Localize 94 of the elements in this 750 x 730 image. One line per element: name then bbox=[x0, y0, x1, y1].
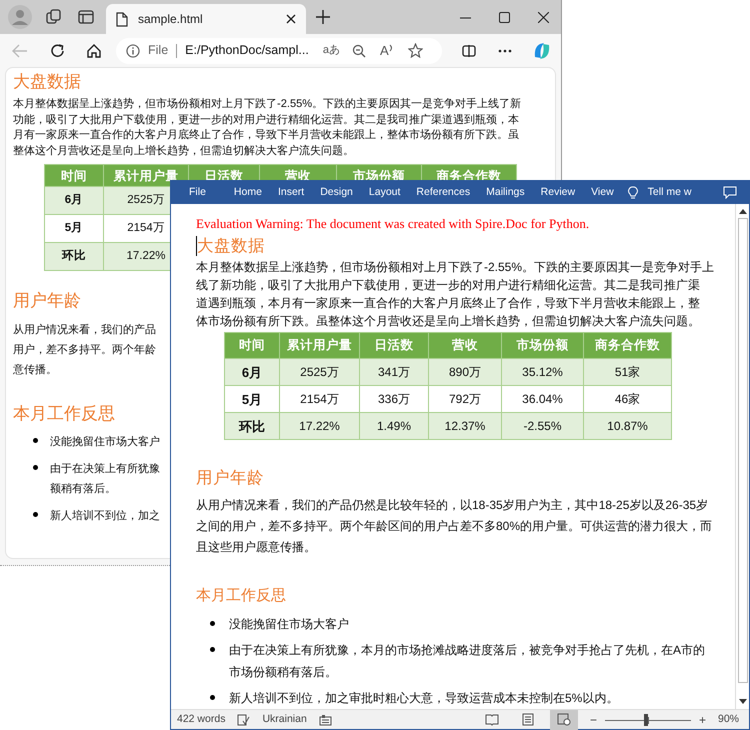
maximize-icon[interactable] bbox=[499, 12, 510, 22]
macro-icon[interactable] bbox=[318, 714, 332, 726]
column-header: 时间 bbox=[224, 332, 280, 359]
zoom-slider[interactable] bbox=[604, 714, 691, 726]
translate-button[interactable]: aあ bbox=[322, 42, 340, 59]
url-text: E:/PythonDoc/sampl... bbox=[185, 42, 309, 60]
scroll-down-icon[interactable] bbox=[738, 699, 746, 705]
menu-tab[interactable]: View bbox=[583, 184, 622, 200]
table-cell: 51家 bbox=[584, 358, 672, 386]
column-header: 商务合作数 bbox=[584, 332, 672, 359]
home-icon[interactable] bbox=[86, 42, 102, 58]
section-heading: 本月工作反思 bbox=[13, 404, 115, 424]
list-item: 没能挽留住市场大客户 bbox=[229, 616, 349, 632]
proofing-icon[interactable] bbox=[237, 714, 250, 726]
read-aloud-button[interactable]: A bbox=[380, 40, 394, 60]
column-header: 营收 bbox=[428, 332, 502, 359]
table-cell: 17.22% bbox=[280, 412, 360, 440]
document-icon bbox=[116, 12, 128, 26]
paragraph: 从用户情况来看，我们的产品 用户，差不多持平。两个年龄 意传播。 bbox=[13, 322, 156, 378]
bullet-icon bbox=[33, 438, 38, 444]
section-heading: 本月工作反思 bbox=[196, 585, 286, 606]
table-cell: 341万 bbox=[360, 358, 428, 386]
column-header: 日活数 bbox=[360, 332, 428, 359]
table-cell: 12.37% bbox=[428, 412, 502, 440]
section-heading: 大盘数据 bbox=[13, 72, 81, 92]
menu-tab[interactable]: Layout bbox=[360, 184, 408, 200]
scheme-label: File bbox=[148, 42, 168, 60]
address-bar[interactable]: File E:/PythonDoc/sampl... aあ A bbox=[116, 38, 442, 64]
more-icon[interactable] bbox=[498, 48, 512, 52]
zoom-level[interactable]: 90% bbox=[718, 712, 739, 728]
paragraph: 本月整体数据呈上涨趋势，但市场份额相对上月下跌了-2.55%。下跌的主要原因其一是竞争对手上 线了新功能，吸引了大批用户下载使用，更进一步的对用户进行精细化运营。其二是我司推广渠 道遇到瓶颈，本月有一家原来一直合作的大客户月底终止了合作，导致下半月营收未能跟上，整 体市场份额有所下跌。虽整体这个月营收还是呈向上增长趋势，但需迫切解决大客户流失问题。 bbox=[196, 259, 716, 330]
bullet-icon bbox=[210, 620, 215, 626]
new-tab-icon[interactable] bbox=[316, 10, 330, 24]
table-cell: 6月 bbox=[224, 358, 280, 386]
word-count[interactable]: 422 words bbox=[177, 712, 226, 728]
paragraph: 本月整体数据呈上涨趋势，但市场份额相对上月下跌了-2.55%。下跌的主要原因其一是竞争对手上线了新 功能，吸引了大批用户下载使用，更进一步的对用户进行精细化运营。其二是我司推广渠道遇到瓶颈，本 月有一家原来一直合作的大客户月底终止了合作，导致下半月营收未能跟上，整体市场份额有所下跌。虽 整体这个月营收还是呈向上增长趋势，但需迫切解决大客户流失问题。 bbox=[13, 97, 522, 159]
workspaces-icon[interactable] bbox=[46, 9, 62, 25]
menu-tab[interactable]: References bbox=[408, 184, 478, 200]
tab-actions-icon[interactable] bbox=[78, 10, 94, 24]
web-view-button[interactable] bbox=[550, 710, 578, 730]
list-item: 由于在决策上有所犹豫，本月的市场抢滩战略进度落后，被竞争对手抢占了先机，在A市的 市场份额稍有落后。 bbox=[229, 642, 706, 680]
evaluation-warning: Evaluation Warning: The document was created with Spire.Doc for Python. bbox=[196, 215, 590, 233]
zoom-in-button[interactable]: + bbox=[698, 710, 706, 728]
table-cell: 2525万 bbox=[280, 358, 360, 386]
close-icon[interactable] bbox=[286, 14, 296, 24]
bullet-icon bbox=[33, 512, 38, 518]
list-item: 没能挽留住市场大客户 bbox=[50, 434, 160, 450]
table-cell: 环比 bbox=[224, 412, 280, 440]
section-heading: 大盘数据 bbox=[197, 234, 265, 256]
sound-waves-icon bbox=[388, 44, 394, 52]
column-header: 累计用户量 bbox=[280, 332, 360, 359]
info-icon[interactable] bbox=[126, 44, 140, 58]
menu-tab[interactable]: Review bbox=[532, 184, 584, 200]
table-cell: 35.12% bbox=[502, 358, 584, 386]
refresh-icon[interactable] bbox=[50, 42, 66, 58]
menu-tab[interactable]: Home bbox=[226, 184, 270, 200]
tab-title: sample.html bbox=[138, 11, 204, 28]
star-icon[interactable] bbox=[408, 43, 423, 58]
copilot-icon[interactable] bbox=[532, 40, 552, 60]
tell-me-field[interactable]: Tell me w bbox=[648, 184, 692, 200]
section-heading: 用户年龄 bbox=[196, 467, 264, 490]
menu-tab[interactable]: Mailings bbox=[478, 184, 533, 200]
print-view-icon bbox=[520, 713, 535, 726]
paragraph: 从用户情况来看，我们的产品仍然是比较年轻的，以18-35岁用户为主，其中18-25岁以及26-35岁 之间的用户，差不多持平。两个年龄区间的用户占差不多80%的用户量。可供运营的潜力很大，而 且这些用户愿意传播。 bbox=[196, 497, 714, 556]
bullet-icon bbox=[33, 465, 38, 470]
close-icon[interactable] bbox=[538, 12, 549, 22]
zoom-out-button[interactable]: − bbox=[590, 710, 597, 728]
slider-thumb[interactable] bbox=[644, 714, 648, 726]
text-cursor bbox=[196, 236, 197, 256]
bullet-icon bbox=[210, 646, 215, 652]
scroll-up-icon[interactable] bbox=[738, 208, 746, 214]
list-item: 新人培训不到位，加之 bbox=[50, 508, 160, 524]
browser-tab[interactable]: sample.html bbox=[106, 4, 306, 34]
language-label[interactable]: Ukrainian bbox=[262, 712, 307, 728]
comment-icon[interactable] bbox=[723, 186, 737, 199]
table-cell: 890万 bbox=[428, 358, 502, 386]
split-screen-icon[interactable] bbox=[462, 44, 476, 58]
lightbulb-icon[interactable] bbox=[628, 186, 638, 200]
column-header: 市场份额 bbox=[502, 332, 584, 359]
menu-tab[interactable]: Insert bbox=[270, 184, 312, 200]
column-header: 时间 bbox=[44, 164, 104, 187]
table-cell: 1.49% bbox=[360, 412, 428, 440]
table-cell: 10.87% bbox=[584, 412, 672, 440]
bullet-icon bbox=[210, 694, 215, 700]
table-cell: -2.55% bbox=[502, 412, 584, 440]
list-item: 新人培训不到位，加之审批时粗心大意，导致运营成本未控制在5%以内。 bbox=[229, 690, 618, 706]
table-cell: 6月 bbox=[44, 186, 104, 215]
table-cell: 环比 bbox=[44, 242, 104, 271]
web-view-icon bbox=[556, 713, 571, 726]
list-item: 由于在决策上有所犹豫 额稍有落后。 bbox=[50, 462, 160, 498]
section-heading: 用户年龄 bbox=[13, 291, 81, 312]
menu-tab[interactable]: Design bbox=[312, 184, 361, 200]
read-view-icon bbox=[484, 713, 499, 726]
zoom-out-icon[interactable] bbox=[352, 44, 366, 58]
